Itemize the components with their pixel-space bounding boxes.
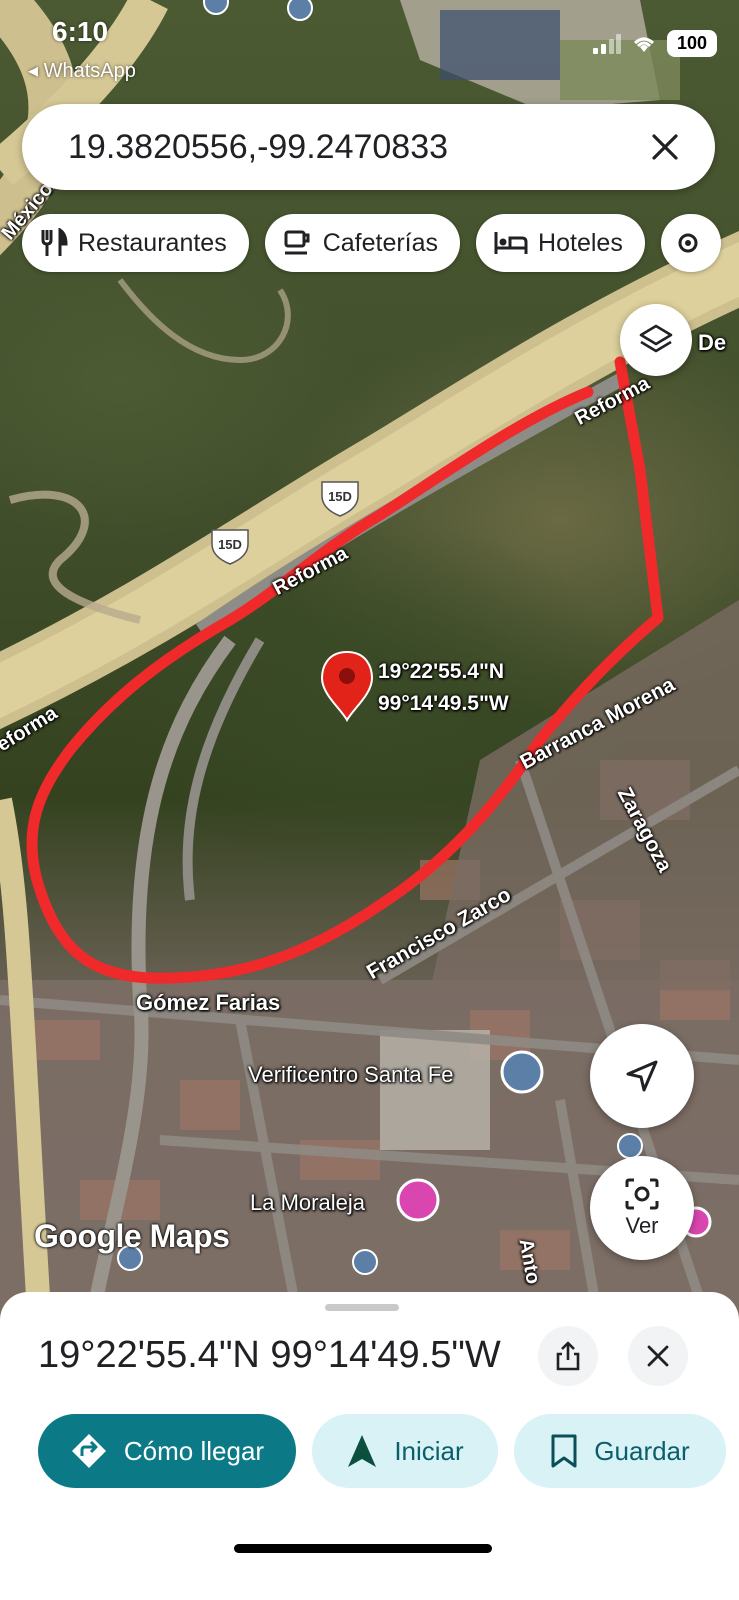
share-button[interactable] — [538, 1326, 598, 1386]
drag-handle[interactable] — [325, 1304, 399, 1311]
chip-label: Restaurantes — [78, 228, 227, 257]
close-sheet-button[interactable] — [628, 1326, 688, 1386]
start-navigation-button[interactable]: Iniciar — [312, 1414, 498, 1488]
battery-indicator: 100 — [667, 30, 717, 57]
map-graphics: 15D 15D — [0, 0, 739, 1330]
sheet-title: 19°22'55.4"N 99°14'49.5"W — [38, 1334, 501, 1376]
chip-label: Cafeterías — [322, 228, 439, 257]
lens-label: Ver — [625, 1213, 659, 1238]
status-icons: 100 — [593, 30, 717, 57]
map-view[interactable]: 15D 15D 19°22'55.4"N 99°14'49.5"W Reform… — [0, 0, 739, 1330]
my-location-button[interactable] — [590, 1024, 694, 1128]
layers-icon — [639, 324, 673, 353]
directions-icon — [71, 1434, 106, 1468]
action-buttons: Cómo llegar Iniciar Guardar — [38, 1414, 726, 1488]
directions-button[interactable]: Cómo llegar — [38, 1414, 296, 1488]
poi-label-verificentro[interactable]: Verificentro Santa Fe — [248, 1062, 453, 1088]
back-to-app-link[interactable]: ◂ WhatsApp — [28, 58, 136, 83]
status-time: 6:10 — [52, 16, 109, 47]
navigation-arrow-icon — [348, 1435, 377, 1467]
lens-view-button[interactable]: Ver — [590, 1156, 694, 1260]
wifi-icon — [634, 37, 654, 52]
chip-cafeterias[interactable]: Cafeterías — [264, 214, 461, 272]
poi-label-la-moraleja[interactable]: La Moraleja — [250, 1190, 365, 1216]
signal-icon — [593, 33, 621, 54]
google-maps-logo: Google Maps — [34, 1218, 230, 1254]
close-icon[interactable] — [643, 125, 687, 169]
directions-label: Cómo llegar — [123, 1435, 265, 1466]
coffee-cup-icon — [284, 230, 310, 255]
home-indicator[interactable] — [234, 1544, 492, 1553]
bookmark-icon — [551, 1434, 577, 1468]
search-bar[interactable]: 19.3820556,-99.2470833 — [22, 104, 715, 190]
start-label: Iniciar — [394, 1435, 464, 1466]
highway-shield-label: 15D — [328, 489, 352, 504]
layers-button[interactable] — [620, 304, 692, 376]
navigation-arrow-icon — [626, 1060, 658, 1092]
chip-label: Hoteles — [538, 228, 623, 257]
category-chips: Restaurantes Cafeterías Hoteles — [22, 214, 721, 272]
location-pin-icon — [320, 650, 374, 722]
street-label-de: De — [698, 330, 727, 355]
chip-restaurantes[interactable]: Restaurantes — [22, 214, 249, 272]
share-icon — [556, 1341, 580, 1371]
street-label-gomez-farias: Gómez Farias — [136, 990, 281, 1015]
fork-knife-icon — [41, 228, 68, 256]
settings-icon — [678, 233, 698, 253]
bed-icon — [494, 232, 528, 254]
save-button[interactable]: Guardar — [514, 1414, 726, 1488]
search-input[interactable]: 19.3820556,-99.2470833 — [68, 128, 643, 167]
chip-hoteles[interactable]: Hoteles — [476, 214, 645, 272]
highway-shield-label: 15D — [218, 537, 242, 552]
close-icon — [647, 1345, 669, 1367]
chip-more[interactable] — [660, 214, 721, 272]
save-label: Guardar — [594, 1435, 690, 1466]
pin-label-lng: 99°14'49.5"W — [378, 692, 509, 715]
place-bottom-sheet: 19°22'55.4"N 99°14'49.5"W Cómo llegar In… — [0, 1292, 739, 1600]
camera-lens-icon — [625, 1178, 659, 1210]
pin-label-lat: 19°22'55.4"N — [378, 660, 505, 683]
